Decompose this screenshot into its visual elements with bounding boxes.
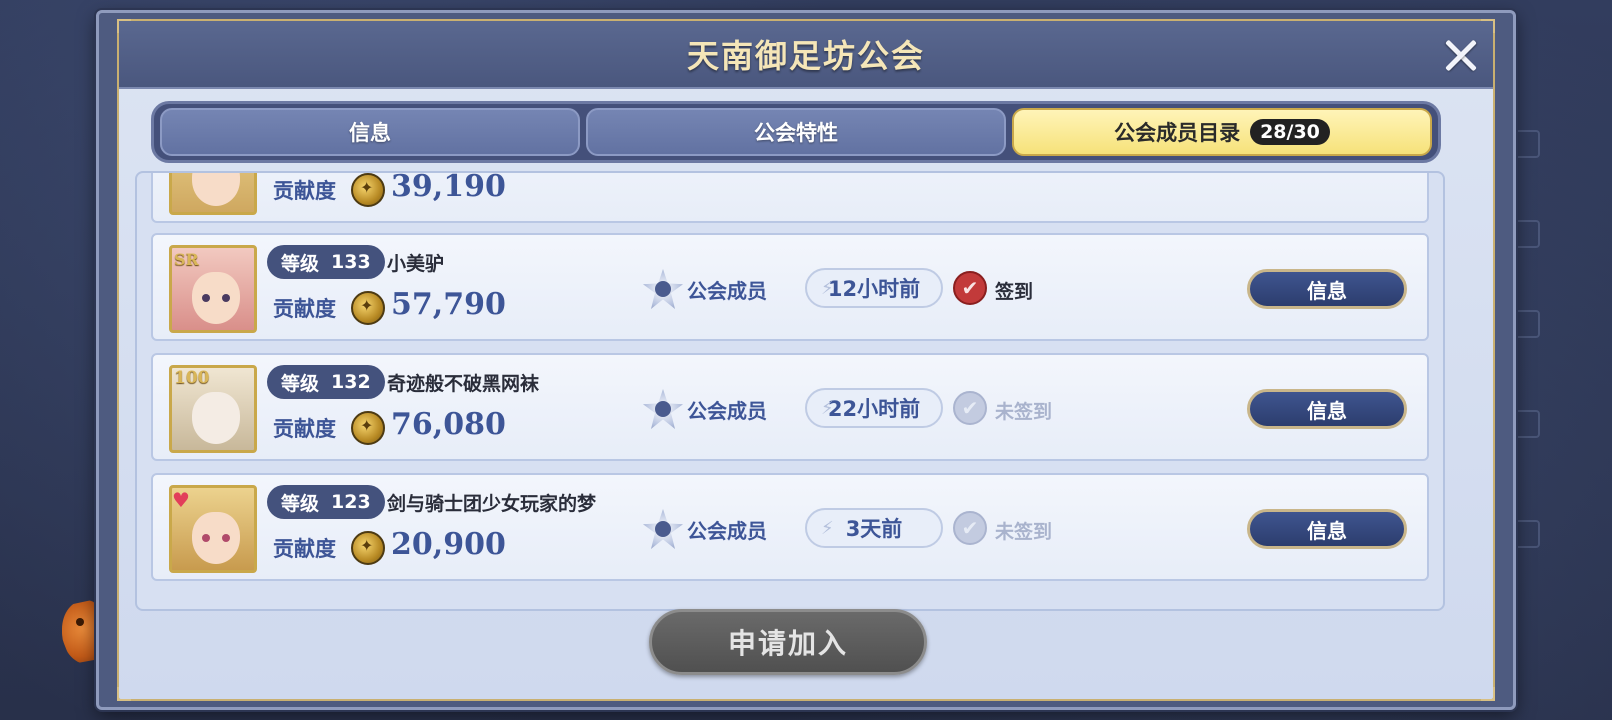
contribution-label: 贡献度 bbox=[273, 417, 336, 441]
last-seen-text: 22小时前 bbox=[827, 397, 921, 421]
contribution-value: 57,790 bbox=[391, 287, 506, 322]
checkin-status: 未签到 bbox=[995, 521, 1053, 543]
member-name: 奇迹般不破黑网袜 bbox=[387, 373, 540, 395]
contribution-value: 76,080 bbox=[391, 407, 506, 442]
member-role: 公会成员 bbox=[687, 279, 767, 303]
member-name: 小美驴 bbox=[387, 253, 445, 275]
checkin-status: 签到 bbox=[995, 281, 1034, 303]
avatar-face bbox=[192, 272, 240, 324]
avatar-face bbox=[192, 173, 240, 206]
avatar-eye bbox=[202, 534, 210, 542]
tab-label: 公会特性 bbox=[754, 121, 838, 145]
role-star-icon-center bbox=[655, 281, 671, 297]
tab-label: 信息 bbox=[349, 121, 391, 145]
role-star-icon-center bbox=[655, 401, 671, 417]
level-label: 等级 bbox=[281, 252, 320, 275]
info-button[interactable]: 信息 bbox=[1247, 269, 1407, 309]
avatar[interactable]: ♥ bbox=[169, 485, 257, 573]
tab-info[interactable]: 信息 bbox=[160, 108, 580, 156]
heart-icon: ♥ bbox=[172, 488, 190, 512]
guild-dialog: 天南御足坊公会 信息 公会特性 公会成员目录 28/30 贡献度 ✦ 39,19… bbox=[96, 10, 1516, 710]
list-item: 100 等级 132 奇迹般不破黑网袜 贡献度 76,080 公会成员 ⚡ 22… bbox=[151, 353, 1429, 461]
info-button-label: 信息 bbox=[1307, 398, 1347, 423]
avatar[interactable]: 100 bbox=[169, 365, 257, 453]
side-menu-icon[interactable] bbox=[1512, 520, 1540, 548]
member-role: 公会成员 bbox=[687, 519, 767, 543]
contribution-coin-icon bbox=[351, 531, 385, 565]
dialog-panel: 天南御足坊公会 信息 公会特性 公会成员目录 28/30 贡献度 ✦ 39,19… bbox=[117, 19, 1495, 701]
contribution-coin-icon bbox=[351, 291, 385, 325]
last-seen-pill: ⚡ 3天前 bbox=[805, 508, 943, 548]
contribution-coin-icon bbox=[351, 411, 385, 445]
contribution-value: 39,190 bbox=[391, 171, 506, 204]
side-menu-icon[interactable] bbox=[1512, 220, 1540, 248]
tab-member-list[interactable]: 公会成员目录 28/30 bbox=[1012, 108, 1432, 156]
side-menu-icon[interactable] bbox=[1512, 310, 1540, 338]
title-bar: 天南御足坊公会 bbox=[119, 21, 1493, 89]
close-icon[interactable] bbox=[1437, 31, 1485, 79]
avatar-face bbox=[192, 512, 240, 564]
last-seen-text: 3天前 bbox=[845, 517, 903, 541]
checkin-check-icon: ✔ bbox=[953, 271, 987, 305]
member-role: 公会成员 bbox=[687, 399, 767, 423]
tab-bar: 信息 公会特性 公会成员目录 28/30 bbox=[151, 101, 1441, 163]
checkin-check-icon: ✔ bbox=[953, 391, 987, 425]
avatar[interactable] bbox=[169, 173, 257, 215]
last-seen-pill: ⚡ 12小时前 bbox=[805, 268, 943, 308]
contribution-label: 贡献度 bbox=[273, 537, 336, 561]
checkin-status: 未签到 bbox=[995, 401, 1053, 423]
level-value: 133 bbox=[331, 251, 371, 273]
side-menu-icon[interactable] bbox=[1512, 130, 1540, 158]
lightning-icon: ⚡ bbox=[821, 278, 834, 299]
contribution-coin-icon bbox=[351, 173, 385, 207]
avatar[interactable]: SR bbox=[169, 245, 257, 333]
contribution-value: 20,900 bbox=[391, 527, 506, 562]
lightning-icon: ⚡ bbox=[821, 518, 834, 539]
level-pill: 等级 132 bbox=[267, 365, 385, 399]
info-button[interactable]: 信息 bbox=[1247, 389, 1407, 429]
rarity-badge: SR bbox=[174, 250, 199, 269]
level-cap-badge: 100 bbox=[174, 368, 210, 388]
level-value: 132 bbox=[331, 371, 371, 393]
last-seen-pill: ⚡ 22小时前 bbox=[805, 388, 943, 428]
info-button-label: 信息 bbox=[1307, 518, 1347, 543]
checkin-check-icon: ✔ bbox=[953, 511, 987, 545]
list-item: ♥ 等级 123 剑与骑士团少女玩家的梦 贡献度 20,900 公会成员 ⚡ 3… bbox=[151, 473, 1429, 581]
member-name: 剑与骑士团少女玩家的梦 bbox=[387, 493, 597, 515]
avatar-eye bbox=[202, 294, 210, 302]
apply-join-label: 申请加入 bbox=[727, 627, 848, 660]
apply-join-button[interactable]: 申请加入 bbox=[649, 609, 927, 675]
contribution-label: 贡献度 bbox=[273, 297, 336, 321]
last-seen-text: 12小时前 bbox=[827, 277, 921, 301]
level-pill: 等级 133 bbox=[267, 245, 385, 279]
guild-title: 天南御足坊公会 bbox=[686, 37, 925, 75]
list-item: SR 等级 133 小美驴 贡献度 57,790 公会成员 ⚡ 12小时前 ✔ bbox=[151, 233, 1429, 341]
level-label: 等级 bbox=[281, 492, 320, 515]
avatar-eye bbox=[222, 534, 230, 542]
contribution-label: 贡献度 bbox=[273, 179, 336, 203]
member-count-badge: 28/30 bbox=[1250, 119, 1330, 145]
side-menu-icon[interactable] bbox=[1512, 410, 1540, 438]
avatar-eye bbox=[222, 294, 230, 302]
lightning-icon: ⚡ bbox=[821, 398, 834, 419]
info-button[interactable]: 信息 bbox=[1247, 509, 1407, 549]
tab-guild-traits[interactable]: 公会特性 bbox=[586, 108, 1006, 156]
tab-label: 公会成员目录 bbox=[1114, 121, 1241, 145]
list-item: 贡献度 39,190 信息 bbox=[151, 171, 1429, 223]
info-button-label: 信息 bbox=[1307, 278, 1347, 303]
role-star-icon-center bbox=[655, 521, 671, 537]
level-label: 等级 bbox=[281, 372, 320, 395]
level-pill: 等级 123 bbox=[267, 485, 385, 519]
member-list[interactable]: 贡献度 39,190 信息 SR 等级 bbox=[135, 171, 1445, 611]
avatar-face bbox=[192, 392, 240, 444]
level-value: 123 bbox=[331, 491, 371, 513]
corner-ornament bbox=[117, 687, 131, 701]
corner-ornament bbox=[1481, 687, 1495, 701]
